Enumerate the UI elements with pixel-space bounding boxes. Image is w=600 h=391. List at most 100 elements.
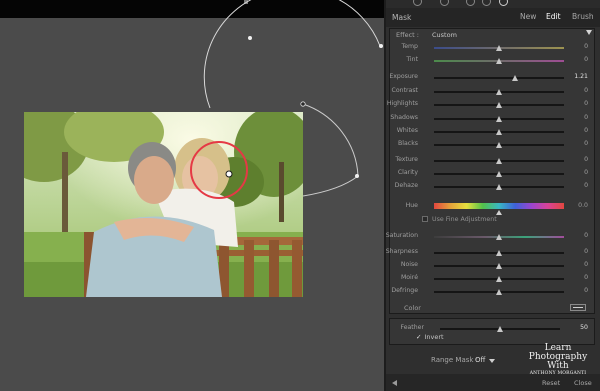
moir-slider[interactable]: Moiré 0 <box>390 272 596 284</box>
transform-handle-bottom[interactable] <box>355 174 359 178</box>
texture-thumb[interactable] <box>496 158 502 164</box>
image-workspace[interactable] <box>0 0 384 391</box>
temp-track[interactable] <box>434 45 564 51</box>
effect-row: Effect : Custom <box>396 30 592 41</box>
contrast-value[interactable]: 0 <box>584 87 588 94</box>
photo-canvas[interactable] <box>24 112 303 297</box>
moir-value[interactable]: 0 <box>584 274 588 281</box>
redeye-tool-icon[interactable] <box>466 0 475 6</box>
whites-value[interactable]: 0 <box>584 127 588 134</box>
gradient-tool-icon[interactable] <box>482 0 491 6</box>
clarity-slider[interactable]: Clarity 0 <box>390 167 596 179</box>
effect-dropdown-icon[interactable] <box>586 30 592 35</box>
sharpness-label: Sharpness <box>385 248 418 255</box>
sharpness-track[interactable] <box>434 250 564 256</box>
collapse-panel-icon[interactable] <box>392 380 397 386</box>
blacks-slider[interactable]: Blacks 0 <box>390 138 596 150</box>
dehaze-thumb[interactable] <box>496 184 502 190</box>
texture-slider[interactable]: Texture 0 <box>390 154 596 166</box>
defringe-track[interactable] <box>434 289 564 295</box>
saturation-slider[interactable]: Saturation 0 <box>386 230 596 242</box>
highlights-thumb[interactable] <box>496 102 502 108</box>
sharpness-thumb[interactable] <box>496 250 502 256</box>
moir-track[interactable] <box>434 276 564 282</box>
mode-edit-button[interactable]: Edit <box>546 12 561 21</box>
transform-handle-right[interactable] <box>379 44 383 48</box>
tint-value[interactable]: 0 <box>584 56 588 63</box>
exposure-slider[interactable]: Exposure 1.21 <box>389 71 596 83</box>
range-mask-select[interactable]: Off <box>475 356 485 364</box>
highlights-track[interactable] <box>434 102 564 108</box>
transform-handle-center[interactable] <box>300 101 306 107</box>
saturation-value[interactable]: 0 <box>584 232 588 239</box>
invert-checkbox[interactable]: ✓ <box>416 333 421 341</box>
hue-gradient-track[interactable] <box>434 203 564 209</box>
shadows-slider[interactable]: Shadows 0 <box>390 112 596 124</box>
dehaze-slider[interactable]: Dehaze 0 <box>390 180 596 192</box>
defringe-slider[interactable]: Defringe 0 <box>390 285 596 297</box>
mode-new-button[interactable]: New <box>520 12 536 21</box>
feather-thumb[interactable] <box>497 326 503 332</box>
highlights-slider[interactable]: Highlights 0 <box>387 98 596 110</box>
fine-adjustment-checkbox[interactable] <box>422 216 428 222</box>
contrast-track[interactable] <box>434 89 564 95</box>
highlights-value[interactable]: 0 <box>584 100 588 107</box>
fine-adjustment-row[interactable]: Use Fine Adjustment <box>422 216 497 226</box>
effect-preset-select[interactable]: Custom <box>432 31 457 39</box>
noise-track[interactable] <box>434 263 564 269</box>
saturation-track[interactable] <box>434 234 564 240</box>
range-mask-dropdown-icon[interactable] <box>489 359 495 363</box>
temp-slider[interactable]: Temp 0 <box>390 41 596 53</box>
moir-thumb[interactable] <box>496 276 502 282</box>
feather-track[interactable] <box>440 326 560 332</box>
mode-brush-button[interactable]: Brush <box>572 12 594 21</box>
saturation-thumb[interactable] <box>496 234 502 240</box>
clarity-value[interactable]: 0 <box>584 169 588 176</box>
temp-thumb[interactable] <box>496 45 502 51</box>
clarity-thumb[interactable] <box>496 171 502 177</box>
tint-slider[interactable]: Tint 0 <box>390 54 596 66</box>
blacks-value[interactable]: 0 <box>584 140 588 147</box>
hue-slider[interactable]: Hue 0.0 <box>390 199 596 215</box>
sharpness-slider[interactable]: Sharpness 0 <box>386 246 596 258</box>
texture-track[interactable] <box>434 158 564 164</box>
hue-value[interactable]: 0.0 <box>578 202 588 209</box>
hue-thumb[interactable] <box>496 210 502 215</box>
contrast-thumb[interactable] <box>496 89 502 95</box>
shadows-value[interactable]: 0 <box>584 114 588 121</box>
dehaze-value[interactable]: 0 <box>584 182 588 189</box>
whites-track[interactable] <box>434 129 564 135</box>
adjustment-panel: Mask New Edit Brush Effect : Custom Temp… <box>384 0 600 391</box>
shadows-thumb[interactable] <box>496 116 502 122</box>
contrast-slider[interactable]: Contrast 0 <box>390 85 596 97</box>
clarity-label: Clarity <box>397 169 418 176</box>
dehaze-track[interactable] <box>434 184 564 190</box>
defringe-value[interactable]: 0 <box>584 287 588 294</box>
radial-tool-icon[interactable] <box>499 0 508 6</box>
blacks-track[interactable] <box>434 142 564 148</box>
clarity-track[interactable] <box>434 171 564 177</box>
transform-handle-top[interactable] <box>248 36 252 40</box>
feather-value[interactable]: 50 <box>580 324 588 331</box>
shadows-track[interactable] <box>434 116 564 122</box>
mask-pin[interactable] <box>225 170 233 178</box>
tint-track[interactable] <box>434 58 564 64</box>
spot-tool-icon[interactable] <box>440 0 449 6</box>
whites-thumb[interactable] <box>496 129 502 135</box>
color-swatch-button[interactable] <box>570 304 586 311</box>
texture-value[interactable]: 0 <box>584 156 588 163</box>
invert-row[interactable]: ✓ Invert <box>416 333 444 341</box>
sharpness-value[interactable]: 0 <box>584 248 588 255</box>
whites-slider[interactable]: Whites 0 <box>390 125 596 137</box>
defringe-thumb[interactable] <box>496 289 502 295</box>
noise-value[interactable]: 0 <box>584 261 588 268</box>
blacks-thumb[interactable] <box>496 142 502 148</box>
exposure-track[interactable] <box>434 75 564 81</box>
tint-thumb[interactable] <box>496 58 502 64</box>
exposure-value[interactable]: 1.21 <box>574 73 588 80</box>
noise-slider[interactable]: Noise 0 <box>390 259 596 271</box>
exposure-thumb[interactable] <box>511 75 518 81</box>
crop-tool-icon[interactable] <box>413 0 422 6</box>
noise-thumb[interactable] <box>496 263 502 269</box>
temp-value[interactable]: 0 <box>584 43 588 50</box>
